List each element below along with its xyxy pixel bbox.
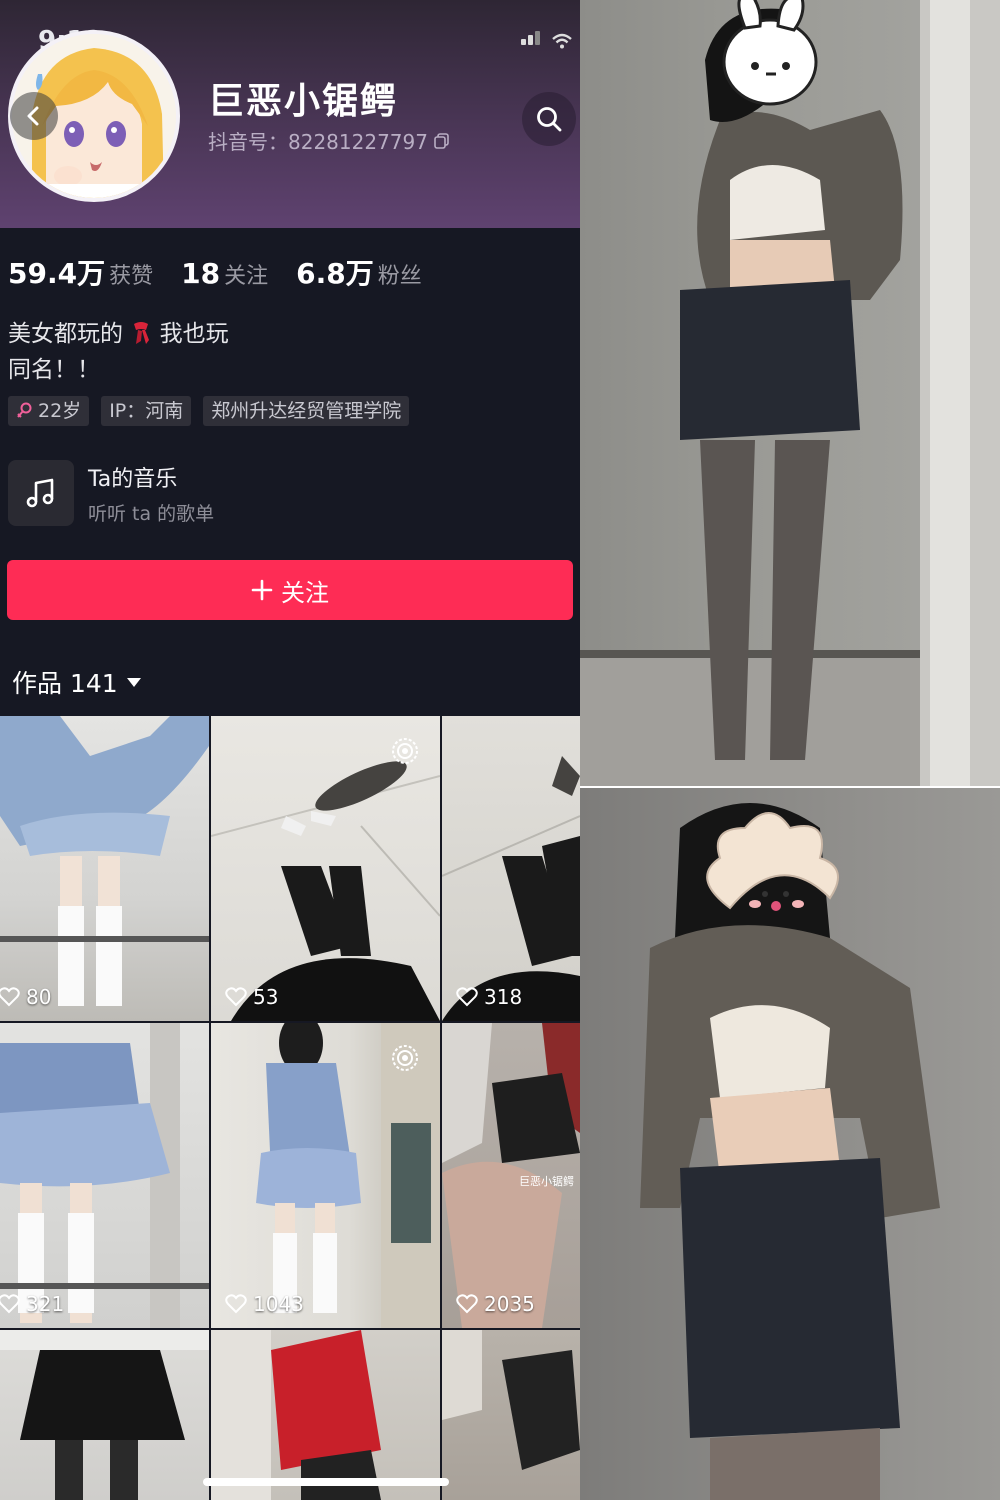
video-thumbnail[interactable]: 53 — [211, 716, 440, 1021]
video-likes: 53 — [225, 985, 278, 1009]
stat-followers-label: 粉丝 — [377, 264, 422, 289]
bio-line-1: 美女都玩的 我也玩 — [8, 316, 229, 352]
heart-icon — [456, 987, 478, 1007]
username: 巨恶小锯鳄 — [208, 81, 399, 122]
follow-button[interactable]: 关注 — [7, 560, 573, 620]
live-icon — [392, 738, 418, 764]
video-thumbnail[interactable] — [0, 1330, 209, 1500]
thumbnail-art — [211, 1330, 381, 1500]
music-icon-box — [8, 460, 74, 526]
video-likes-count: 53 — [253, 985, 279, 1009]
photo-top — [580, 0, 1000, 786]
video-likes: 80 — [0, 985, 51, 1009]
works-tab-label: 作品 141 — [12, 669, 118, 698]
photo-bottom-art — [640, 803, 940, 1500]
stat-following-label: 关注 — [224, 264, 269, 289]
music-title: Ta的音乐 — [88, 466, 178, 492]
heart-icon — [0, 1294, 20, 1314]
thumbnail-art — [0, 1023, 209, 1328]
video-likes: 321 — [0, 1292, 64, 1316]
thumbnail-art — [0, 1330, 209, 1500]
video-likes-count: 2035 — [484, 1292, 535, 1316]
tag-school[interactable]: 郑州升达经贸管理学院 — [203, 396, 410, 426]
plus-icon — [251, 579, 273, 601]
douyin-id-text: 抖音号：82281227797 — [208, 130, 428, 154]
live-icon — [392, 1045, 418, 1071]
thumbnail-art — [0, 716, 209, 1006]
video-thumbnail[interactable]: 1043 — [211, 1023, 440, 1328]
stat-following-value: 18 — [181, 257, 221, 290]
heart-icon — [0, 987, 20, 1007]
video-likes: 318 — [456, 985, 522, 1009]
stat-likes[interactable]: 59.4万 获赞 — [8, 252, 153, 292]
douyin-id: 抖音号：82281227797 — [208, 126, 450, 155]
stat-likes-label: 获赞 — [109, 264, 154, 289]
music-entry[interactable]: Ta的音乐 听听 ta 的歌单 — [8, 458, 568, 528]
bio-line-1-start: 美女都玩的 — [8, 321, 123, 347]
signal-icon — [521, 30, 542, 49]
video-thumbnail[interactable]: 321 — [0, 1023, 209, 1328]
bio: 美女都玩的 我也玩 同名！！ — [8, 316, 229, 388]
video-likes: 1043 — [225, 1292, 304, 1316]
video-likes-count: 318 — [484, 985, 523, 1009]
tag-age: 22岁 — [8, 396, 90, 426]
video-likes-count: 1043 — [253, 1292, 304, 1316]
profile-panel: 9:12 巨恶小锯鳄 — [0, 0, 580, 1500]
video-thumbnail[interactable] — [211, 1330, 440, 1500]
back-button[interactable] — [10, 92, 58, 140]
video-grid: 80 53 318 321 1043 巨恶小锯鳄 2035 — [0, 716, 580, 1500]
heart-icon — [456, 1294, 478, 1314]
bio-line-2: 同名！！ — [8, 357, 100, 383]
stat-likes-value: 59.4万 — [8, 257, 106, 290]
video-thumbnail[interactable]: 80 — [0, 716, 209, 1021]
home-indicator[interactable] — [203, 1478, 449, 1486]
status-icons — [521, 30, 572, 49]
follow-button-label: 关注 — [281, 578, 329, 607]
video-likes-count: 80 — [26, 985, 52, 1009]
music-note-icon — [26, 478, 54, 508]
stat-followers[interactable]: 6.8万 粉丝 — [296, 252, 422, 292]
search-button[interactable] — [522, 92, 576, 146]
music-subtitle: 听听 ta 的歌单 — [88, 502, 215, 525]
bio-line-1-end: 我也玩 — [159, 321, 229, 347]
stat-followers-value: 6.8万 — [296, 257, 374, 290]
thumbnail-art — [442, 1330, 580, 1470]
profile-tags: 22岁 IP：河南 郑州升达经贸管理学院 — [8, 396, 410, 426]
thumbnail-art — [442, 756, 580, 1021]
works-tab[interactable]: 作品 141 — [12, 664, 142, 700]
back-icon — [27, 106, 39, 126]
photo-top-art — [580, 0, 1000, 786]
dropdown-arrow-icon — [126, 678, 141, 687]
video-thumbnail[interactable] — [442, 1330, 580, 1500]
stat-following[interactable]: 18 关注 — [181, 257, 268, 290]
tag-age-text: 22岁 — [38, 400, 82, 422]
female-icon — [17, 402, 32, 418]
heart-icon — [225, 987, 247, 1007]
video-likes: 2035 — [456, 1292, 535, 1316]
video-watermark: 巨恶小锯鳄 — [519, 1175, 574, 1188]
copy-icon[interactable] — [434, 132, 450, 149]
search-icon — [537, 107, 562, 132]
video-thumbnail[interactable]: 巨恶小锯鳄 2035 — [442, 1023, 580, 1328]
profile-stats: 59.4万 获赞 18 关注 6.8万 粉丝 — [8, 252, 422, 292]
heart-icon — [225, 1294, 247, 1314]
video-thumbnail[interactable]: 318 — [442, 716, 580, 1021]
music-text: Ta的音乐 听听 ta 的歌单 — [88, 461, 214, 526]
photo-bottom — [580, 788, 1000, 1500]
scarf-emoji-icon — [134, 322, 150, 344]
video-likes-count: 321 — [26, 1292, 65, 1316]
tag-ip: IP：河南 — [101, 396, 192, 426]
wifi-icon — [552, 33, 572, 49]
